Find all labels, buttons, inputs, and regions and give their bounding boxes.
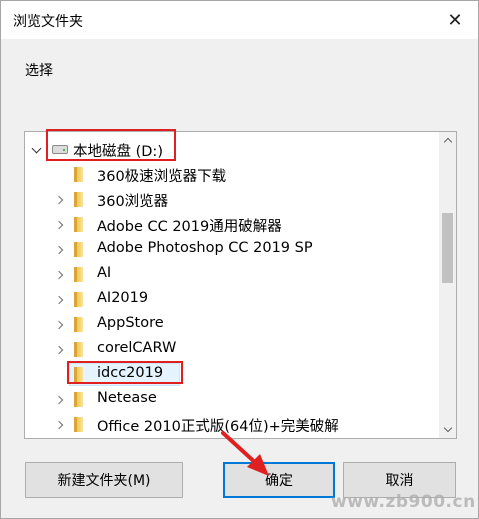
chevron-right-icon[interactable] bbox=[53, 244, 65, 256]
tree-item-label: 360极速浏览器下载 bbox=[97, 169, 227, 185]
folder-icon bbox=[74, 367, 83, 382]
scroll-up-arrow-icon[interactable] bbox=[439, 132, 456, 149]
tree-item-label: Adobe Photoshop CC 2019 SP bbox=[97, 240, 313, 256]
watermark: www.zb900.cn bbox=[331, 492, 476, 512]
scroll-down-arrow-icon[interactable] bbox=[439, 421, 456, 438]
chevron-right-icon[interactable] bbox=[53, 269, 65, 281]
dialog-title: 浏览文件夹 bbox=[13, 14, 83, 30]
cancel-button-label: 取消 bbox=[385, 473, 414, 489]
tree-item[interactable]: corelCARW bbox=[25, 337, 435, 362]
folder-icon bbox=[74, 242, 83, 257]
chevron-right-icon[interactable] bbox=[53, 319, 65, 331]
tree-root-drive-d[interactable]: 本地磁盘 (D:) bbox=[25, 137, 435, 162]
tree-item-label: AI2019 bbox=[97, 290, 149, 306]
chevron-right-icon[interactable] bbox=[53, 419, 65, 431]
tree-item-selected[interactable]: idcc2019 bbox=[25, 362, 435, 387]
tree-item[interactable]: 360极速浏览器下载 bbox=[25, 162, 435, 187]
folder-icon bbox=[74, 192, 83, 207]
new-folder-button[interactable]: 新建文件夹(M) bbox=[25, 462, 183, 498]
title-bar: 浏览文件夹 ✕ bbox=[1, 1, 478, 39]
browse-folder-dialog: 浏览文件夹 ✕ 选择 本地磁盘 (D:) 360极速浏览器下载 360浏览器 A… bbox=[0, 0, 479, 519]
tree-item[interactable]: Office 2010正式版(64位)+完美破解 bbox=[25, 412, 435, 437]
tree-item[interactable]: AI2019 bbox=[25, 287, 435, 312]
close-icon: ✕ bbox=[447, 9, 463, 31]
vertical-scrollbar[interactable] bbox=[439, 132, 456, 438]
tree-item-label: corelCARW bbox=[97, 340, 177, 356]
folder-icon bbox=[74, 392, 83, 407]
chevron-right-icon[interactable] bbox=[53, 294, 65, 306]
chevron-right-icon[interactable] bbox=[53, 394, 65, 406]
chevron-right-icon[interactable] bbox=[53, 219, 65, 231]
chevron-right-icon[interactable] bbox=[53, 344, 65, 356]
drive-icon bbox=[52, 145, 68, 154]
tree-item-label: idcc2019 bbox=[97, 365, 164, 381]
folder-icon bbox=[74, 292, 83, 307]
tree-item-label: 360浏览器 bbox=[97, 194, 169, 210]
folder-icon bbox=[74, 317, 83, 332]
tree-item[interactable]: Netease bbox=[25, 387, 435, 412]
tree-item[interactable]: AppStore bbox=[25, 312, 435, 337]
ok-button-label: 确定 bbox=[265, 473, 293, 489]
tree-item-label: Adobe CC 2019通用破解器 bbox=[97, 219, 282, 235]
folder-tree[interactable]: 本地磁盘 (D:) 360极速浏览器下载 360浏览器 Adobe CC 201… bbox=[24, 131, 457, 439]
folder-icon bbox=[74, 417, 83, 432]
tree-item[interactable]: Adobe CC 2019通用破解器 bbox=[25, 212, 435, 237]
folder-icon bbox=[74, 167, 83, 182]
chevron-right-icon[interactable] bbox=[53, 194, 65, 206]
tree-item-label: Netease bbox=[97, 390, 157, 406]
folder-icon bbox=[74, 217, 83, 232]
tree-item-label: AI bbox=[97, 265, 112, 281]
prompt-label: 选择 bbox=[25, 63, 53, 79]
tree-item-label: 本地磁盘 (D:) bbox=[73, 144, 163, 160]
folder-icon bbox=[74, 342, 83, 357]
tree-item[interactable]: Adobe Photoshop CC 2019 SP bbox=[25, 237, 435, 262]
tree-item-label: Office 2010正式版(64位)+完美破解 bbox=[97, 419, 339, 435]
tree-item[interactable]: 360浏览器 bbox=[25, 187, 435, 212]
chevron-down-icon[interactable] bbox=[30, 144, 42, 156]
folder-icon bbox=[74, 267, 83, 282]
close-button[interactable]: ✕ bbox=[432, 1, 478, 39]
tree-item[interactable]: AI bbox=[25, 262, 435, 287]
new-folder-button-label: 新建文件夹(M) bbox=[57, 473, 151, 489]
tree-item-label: AppStore bbox=[97, 315, 164, 331]
scroll-thumb[interactable] bbox=[442, 213, 453, 283]
ok-button[interactable]: 确定 bbox=[223, 462, 335, 498]
